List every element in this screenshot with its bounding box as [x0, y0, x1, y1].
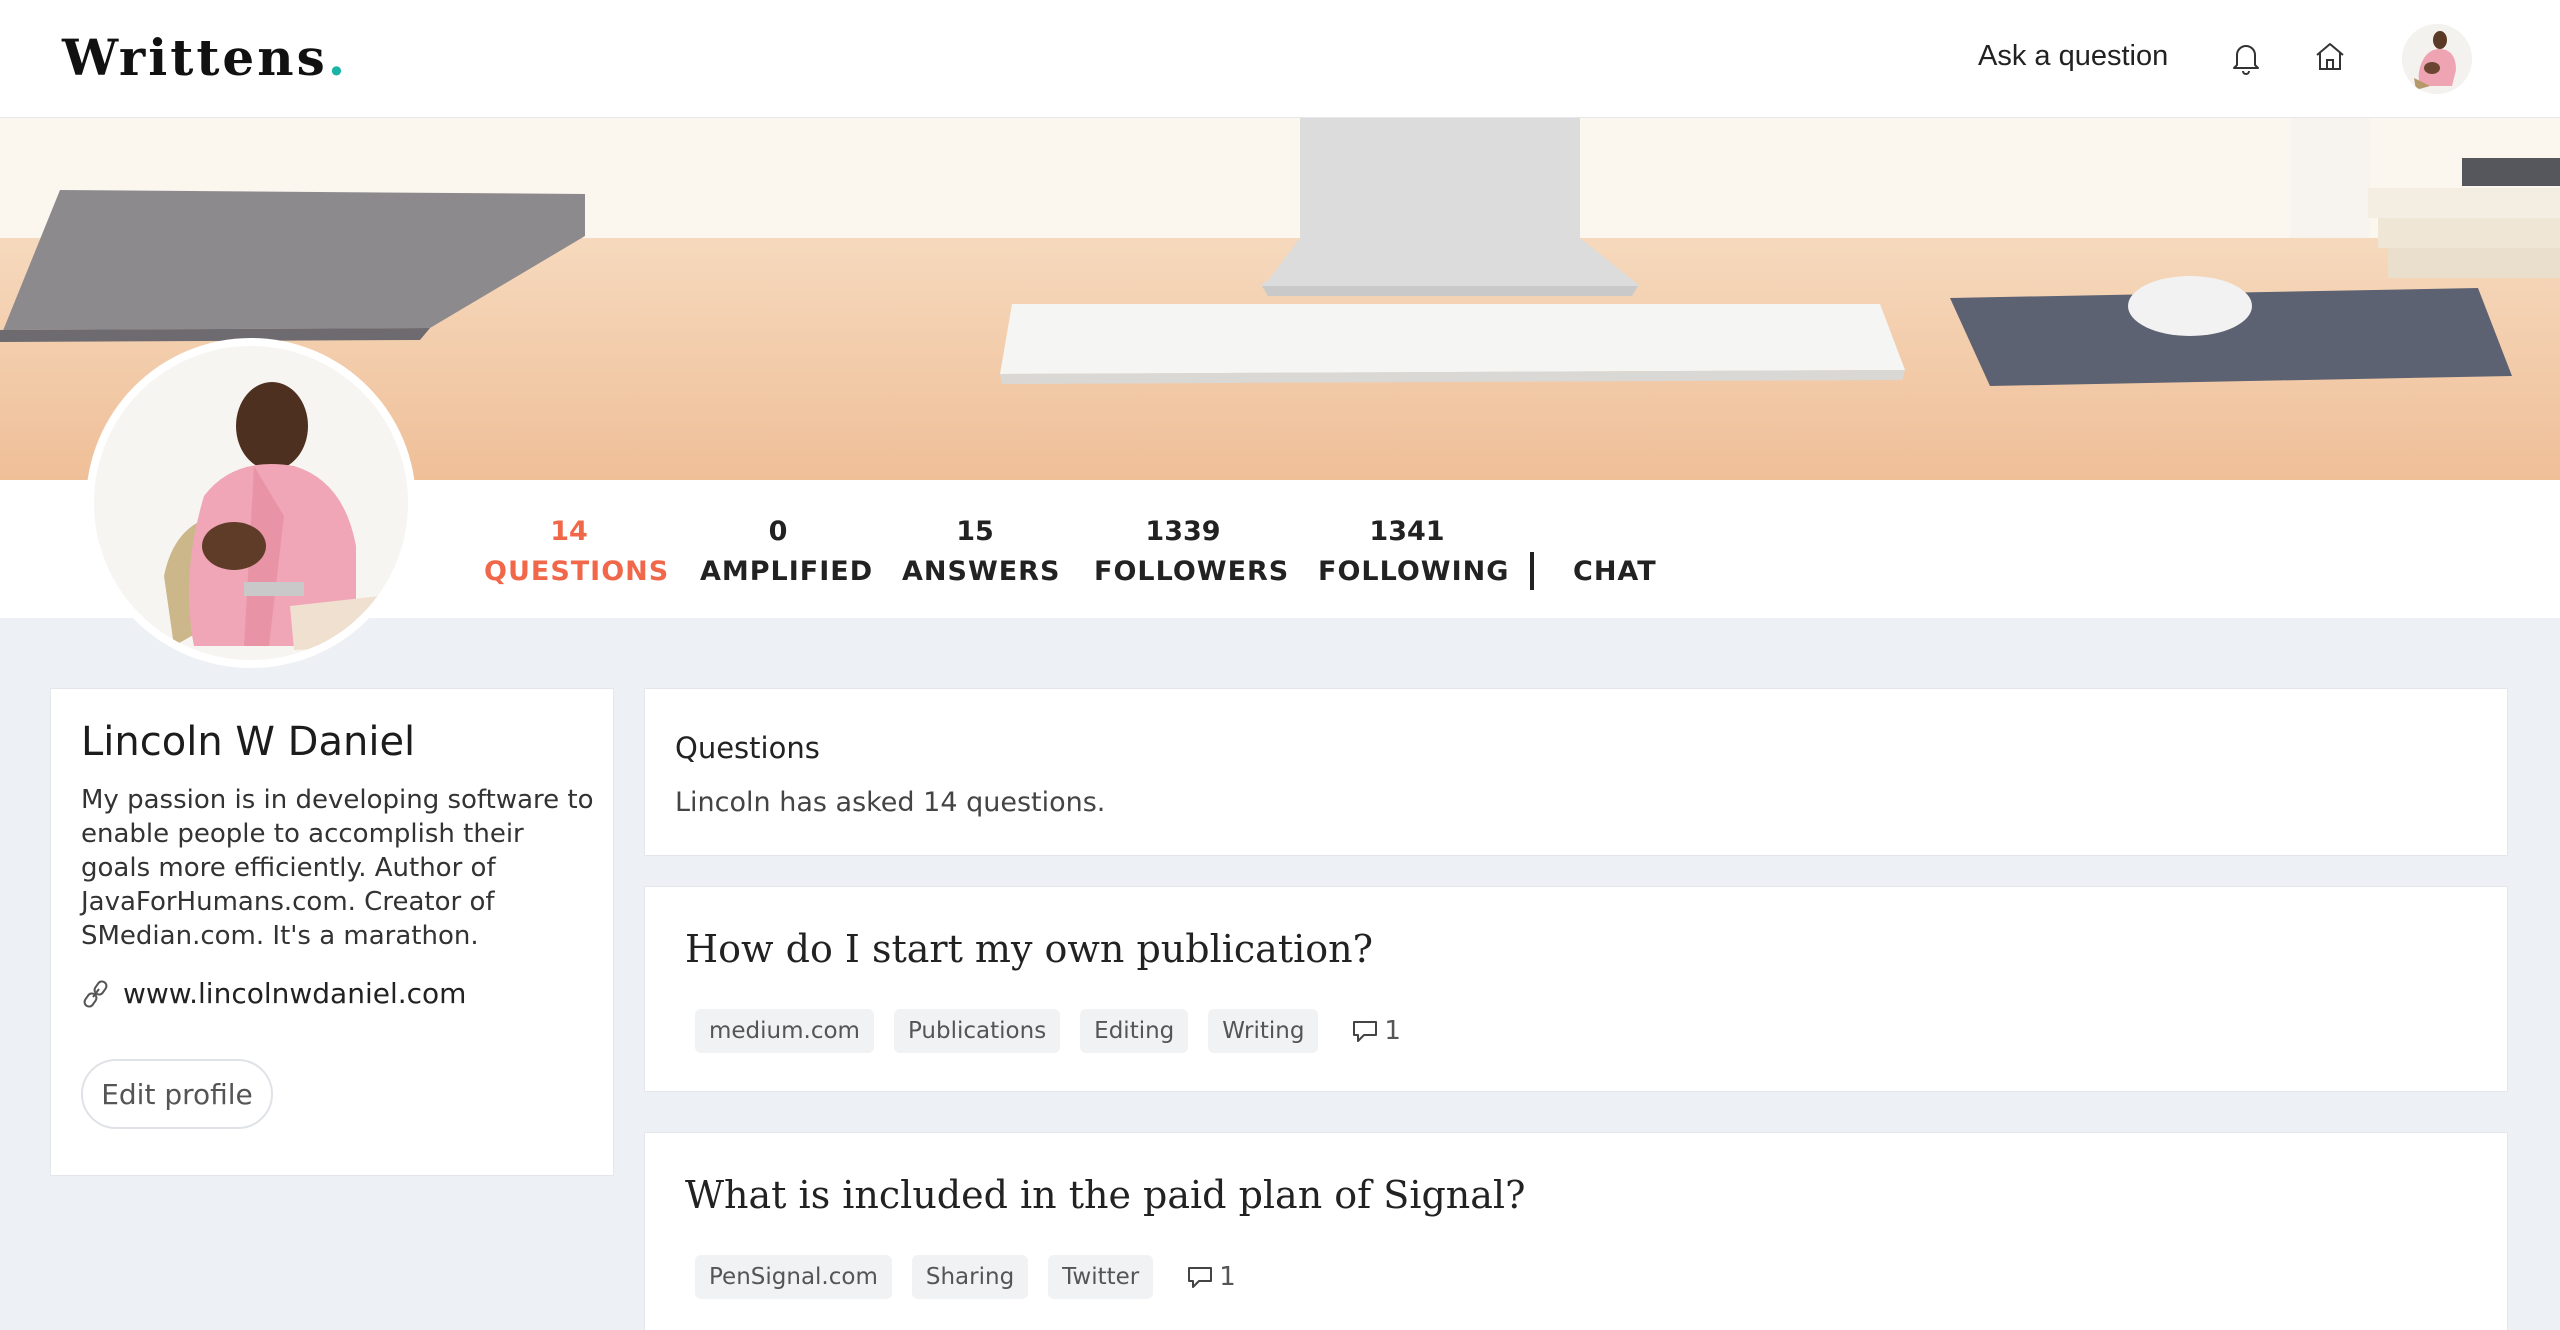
- logo-text: Writtens: [62, 28, 328, 87]
- comment-count-value: 1: [1219, 1262, 1236, 1292]
- profile-name: Lincoln W Daniel: [81, 719, 416, 765]
- stat-amplified-count: 0: [768, 516, 788, 547]
- ask-question-link[interactable]: Ask a question: [1978, 40, 2168, 73]
- question-tag[interactable]: Writing: [1208, 1009, 1319, 1053]
- stat-following-label: FOLLOWING: [1318, 556, 1510, 587]
- link-icon: [83, 979, 108, 1008]
- edit-profile-button[interactable]: Edit profile: [81, 1059, 273, 1129]
- question-card: What is included in the paid plan of Sig…: [644, 1132, 2508, 1330]
- question-tags: medium.com Publications Editing Writing …: [695, 1009, 1401, 1053]
- questions-count-text: Lincoln has asked 14 questions.: [675, 787, 1106, 818]
- stat-questions-label: QUESTIONS: [484, 556, 670, 587]
- stat-followers[interactable]: 1339 FOLLOWERS: [1094, 512, 1290, 592]
- profile-website-link[interactable]: www.lincolnwdaniel.com: [81, 977, 466, 1010]
- comment-count-value: 1: [1384, 1016, 1401, 1046]
- stat-followers-label: FOLLOWERS: [1094, 556, 1290, 587]
- stat-amplified[interactable]: 0 AMPLIFIED: [700, 512, 874, 592]
- stat-questions-count: 14: [550, 516, 588, 547]
- site-logo[interactable]: Writtens.: [62, 28, 348, 87]
- stat-answers-label: ANSWERS: [902, 556, 1061, 587]
- question-tag[interactable]: medium.com: [695, 1009, 874, 1053]
- question-card: How do I start my own publication? mediu…: [644, 886, 2508, 1092]
- bell-icon[interactable]: [2228, 38, 2264, 76]
- question-tag[interactable]: Editing: [1080, 1009, 1189, 1053]
- user-avatar[interactable]: [2402, 24, 2472, 94]
- stat-answers[interactable]: 15 ANSWERS: [902, 512, 1061, 592]
- questions-section-title: Questions: [675, 731, 820, 765]
- profile-bio: My passion is in developing software to …: [81, 785, 594, 951]
- top-navigation-bar: Writtens. Ask a question: [0, 0, 2560, 118]
- comment-count[interactable]: 1: [1350, 1016, 1401, 1046]
- stat-followers-count: 1339: [1145, 516, 1221, 547]
- profile-website-text: www.lincolnwdaniel.com: [123, 977, 467, 1010]
- profile-card: Lincoln W Daniel My passion is in develo…: [50, 688, 614, 1176]
- comment-count[interactable]: 1: [1185, 1262, 1236, 1292]
- stat-following-count: 1341: [1369, 516, 1445, 547]
- question-title[interactable]: What is included in the paid plan of Sig…: [685, 1173, 1525, 1217]
- questions-summary-card: Questions Lincoln has asked 14 questions…: [644, 688, 2508, 856]
- question-tag[interactable]: Twitter: [1048, 1255, 1154, 1299]
- stat-questions[interactable]: 14 QUESTIONS: [484, 512, 670, 592]
- stats-divider: [1530, 552, 1534, 590]
- question-tag[interactable]: Sharing: [911, 1255, 1029, 1299]
- question-tag[interactable]: PenSignal.com: [695, 1255, 892, 1299]
- chat-link[interactable]: CHAT: [1573, 552, 1657, 592]
- stat-answers-count: 15: [956, 516, 994, 547]
- profile-photo: [86, 338, 416, 668]
- home-icon[interactable]: [2312, 38, 2348, 76]
- comment-icon: [1353, 1021, 1378, 1042]
- comment-icon: [1188, 1267, 1213, 1288]
- stat-amplified-label: AMPLIFIED: [700, 556, 874, 587]
- question-tag[interactable]: Publications: [893, 1009, 1061, 1053]
- question-title[interactable]: How do I start my own publication?: [685, 927, 1373, 971]
- question-tags: PenSignal.com Sharing Twitter 1: [695, 1255, 1236, 1299]
- stat-following[interactable]: 1341 FOLLOWING: [1318, 512, 1510, 592]
- logo-dot: .: [327, 28, 349, 87]
